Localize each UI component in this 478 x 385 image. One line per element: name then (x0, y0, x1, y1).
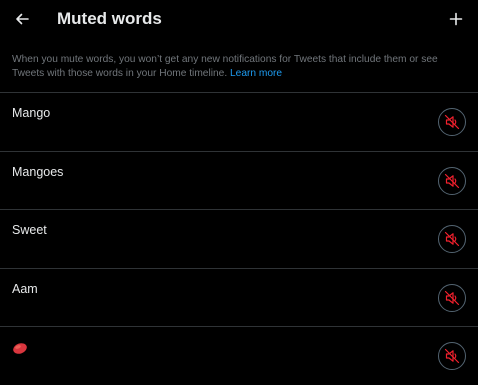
header: Muted words (0, 0, 478, 40)
speaker-muted-icon (444, 232, 460, 247)
unmute-button[interactable] (438, 166, 466, 195)
unmute-button[interactable] (438, 342, 466, 371)
unmute-button[interactable] (438, 225, 466, 254)
description-text: When you mute words, you won’t get any n… (12, 54, 438, 79)
plus-icon (449, 12, 463, 26)
back-button[interactable] (8, 5, 36, 33)
list-item[interactable]: Aam (0, 267, 478, 327)
muted-words-list: Mango Mangoes Sweet Aam (0, 92, 478, 385)
list-item[interactable]: Mangoes (0, 150, 478, 210)
unmute-button[interactable] (438, 283, 466, 312)
list-item[interactable]: Sweet (0, 209, 478, 268)
list-item[interactable] (0, 326, 478, 385)
speaker-muted-icon (444, 114, 460, 130)
muted-word-label: Aam (12, 281, 38, 296)
list-item[interactable]: Mango (0, 92, 478, 151)
learn-more-link[interactable]: Learn more (230, 68, 282, 79)
speaker-muted-icon (444, 173, 460, 188)
muted-word-label: Mango (12, 106, 51, 120)
mango-emoji-icon (13, 343, 27, 355)
speaker-muted-icon (444, 349, 460, 364)
page-title: Muted words (57, 9, 162, 28)
muted-word-label: Sweet (12, 223, 47, 238)
unmute-button[interactable] (438, 108, 466, 136)
arrow-left-icon (16, 13, 29, 25)
speaker-muted-icon (444, 290, 460, 305)
muted-words-description: When you mute words, you won’t get any n… (12, 53, 470, 80)
add-muted-word-button[interactable] (442, 5, 470, 33)
muted-word-label: Mangoes (12, 164, 64, 179)
